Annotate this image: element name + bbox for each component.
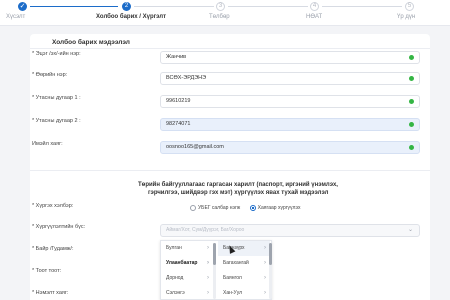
- step-5-label: Үр дүн: [397, 14, 416, 20]
- step-4-label: НӨАТ: [306, 14, 323, 20]
- phone-1-value: 99610219: [166, 98, 191, 104]
- delivery-area-select[interactable]: Аймаг/Хот, Сум/Дүүрэг, Баг/Хороо ⌄: [160, 224, 420, 237]
- chevron-right-icon: ›: [264, 275, 266, 281]
- door-number-label: * Тоот тоот:: [32, 268, 62, 274]
- district-option[interactable]: Баянгол ›: [218, 271, 270, 286]
- step-3-marker: 3: [216, 2, 225, 11]
- radio-branch-label: УБЕГ салбар нэгж: [198, 205, 241, 212]
- step-connector: [228, 6, 308, 7]
- phone-2-input[interactable]: 98274071: [160, 118, 420, 131]
- chevron-right-icon: ›: [207, 260, 209, 266]
- scrollbar-thumb[interactable]: [269, 243, 272, 265]
- step-connector: [134, 6, 214, 7]
- province-option-selected[interactable]: Улаанбаатар ›: [161, 256, 213, 271]
- chevron-right-icon: ›: [264, 245, 266, 251]
- building-label: * Байр /Гудамж/:: [32, 246, 74, 252]
- valid-check-icon: [409, 76, 414, 81]
- delivery-area-label: * Хүргүүлэлтийн бүс:: [32, 224, 86, 230]
- phone-1-input[interactable]: 99610219: [160, 95, 420, 108]
- chevron-right-icon: ›: [207, 275, 209, 281]
- section-divider: [30, 170, 430, 171]
- step-1-check-icon: ✓: [18, 2, 27, 11]
- email-label: Имэйл хаяг:: [32, 141, 63, 147]
- province-option[interactable]: Булган ›: [161, 241, 213, 256]
- district-option[interactable]: Хан-Уул ›: [218, 286, 270, 300]
- phone-2-label: * Утасны дугаар 2 :: [32, 118, 81, 124]
- step-connector: [30, 6, 118, 7]
- progress-stepper: ✓ 2 3 4 5 Хүсэлт Холбоо барих / Хүргэлт …: [0, 0, 450, 26]
- father-name-label: * Эцэг /эх/-ийн нэр:: [32, 51, 81, 57]
- phone-1-label: * Утасны дугаар 1 :: [32, 95, 81, 101]
- district-scrollbar[interactable]: [269, 243, 272, 299]
- chevron-right-icon: ›: [207, 245, 209, 251]
- radio-branch[interactable]: УБЕГ салбар нэгж: [190, 205, 242, 211]
- delivery-method-group: УБЕГ салбар нэгж Хаягаар хүргүүлэх: [160, 205, 300, 211]
- extra-address-label: * Нэмэлт хаяг:: [32, 290, 69, 296]
- email-input[interactable]: oosnoo165@gmail.com: [160, 141, 420, 154]
- province-column: Булган › Улаанбаатар › Дорнод › Сэлэнгэ ›: [161, 241, 213, 300]
- chevron-right-icon: ›: [264, 290, 266, 296]
- delivery-area-placeholder: Аймаг/Хот, Сум/Дүүрэг, Баг/Хороо: [166, 227, 245, 233]
- chevron-down-icon: ⌄: [407, 227, 413, 233]
- delivery-method-label: * Хүргэх хэлбэр:: [32, 203, 74, 209]
- valid-check-icon: [409, 145, 414, 150]
- district-option[interactable]: Багахангай ›: [218, 256, 270, 271]
- step-2-label: Холбоо барих / Хүргэлт: [96, 14, 167, 20]
- province-option[interactable]: Дорнод ›: [161, 271, 213, 286]
- father-name-input[interactable]: Жанчив: [160, 51, 420, 64]
- province-option[interactable]: Сэлэнгэ ›: [161, 286, 213, 300]
- province-scrollbar[interactable]: [213, 243, 216, 299]
- chevron-right-icon: ›: [264, 260, 266, 266]
- area-cascade-dropdown: Булган › Улаанбаатар › Дорнод › Сэлэнгэ › Ба…: [160, 240, 272, 300]
- delivery-title-line1: Төрийн байгууллагаас гаргасан харилт (па…: [138, 182, 338, 188]
- radio-circle: [190, 205, 196, 211]
- radio-circle-selected: [249, 205, 256, 211]
- district-option-hovered[interactable]: Баянзүрх ›: [218, 241, 270, 256]
- valid-check-icon: [409, 55, 414, 60]
- first-name-label: * Өөрийн нэр:: [32, 72, 68, 78]
- district-column: Баянзүрх › Багахангай › Баянгол › Хан-Уул ›: [218, 241, 270, 300]
- first-name-value: ВСӨХ-ЭРДЭНЭ: [166, 75, 207, 81]
- contact-section-title: Холбоо барих мэдээлэл: [52, 39, 130, 46]
- scrollbar-thumb[interactable]: [213, 243, 216, 265]
- email-value: oosnoo165@gmail.com: [166, 144, 224, 150]
- phone-2-value: 98274071: [166, 121, 191, 127]
- radio-address-label: Хаягаар хүргүүлэх: [257, 205, 301, 212]
- radio-address-delivery[interactable]: Хаягаар хүргүүлэх: [249, 205, 301, 212]
- step-3-label: Төлбөр: [209, 14, 230, 20]
- chevron-right-icon: ›: [207, 290, 209, 296]
- step-5-marker: 5: [405, 2, 414, 11]
- delivery-title-line2: гэрчилгээ, шийдвэр гэх мэт) хүргүүлэх яв…: [148, 190, 329, 196]
- step-1-label: Хүсэлт: [6, 14, 26, 20]
- first-name-input[interactable]: ВСӨХ-ЭРДЭНЭ: [160, 72, 420, 85]
- section-divider: [30, 48, 430, 49]
- step-4-marker: 4: [310, 2, 319, 11]
- valid-check-icon: [409, 99, 414, 104]
- step-2-marker: 2: [122, 2, 131, 11]
- valid-check-icon: [409, 122, 414, 127]
- father-name-value: Жанчив: [166, 54, 187, 60]
- step-connector: [322, 6, 402, 7]
